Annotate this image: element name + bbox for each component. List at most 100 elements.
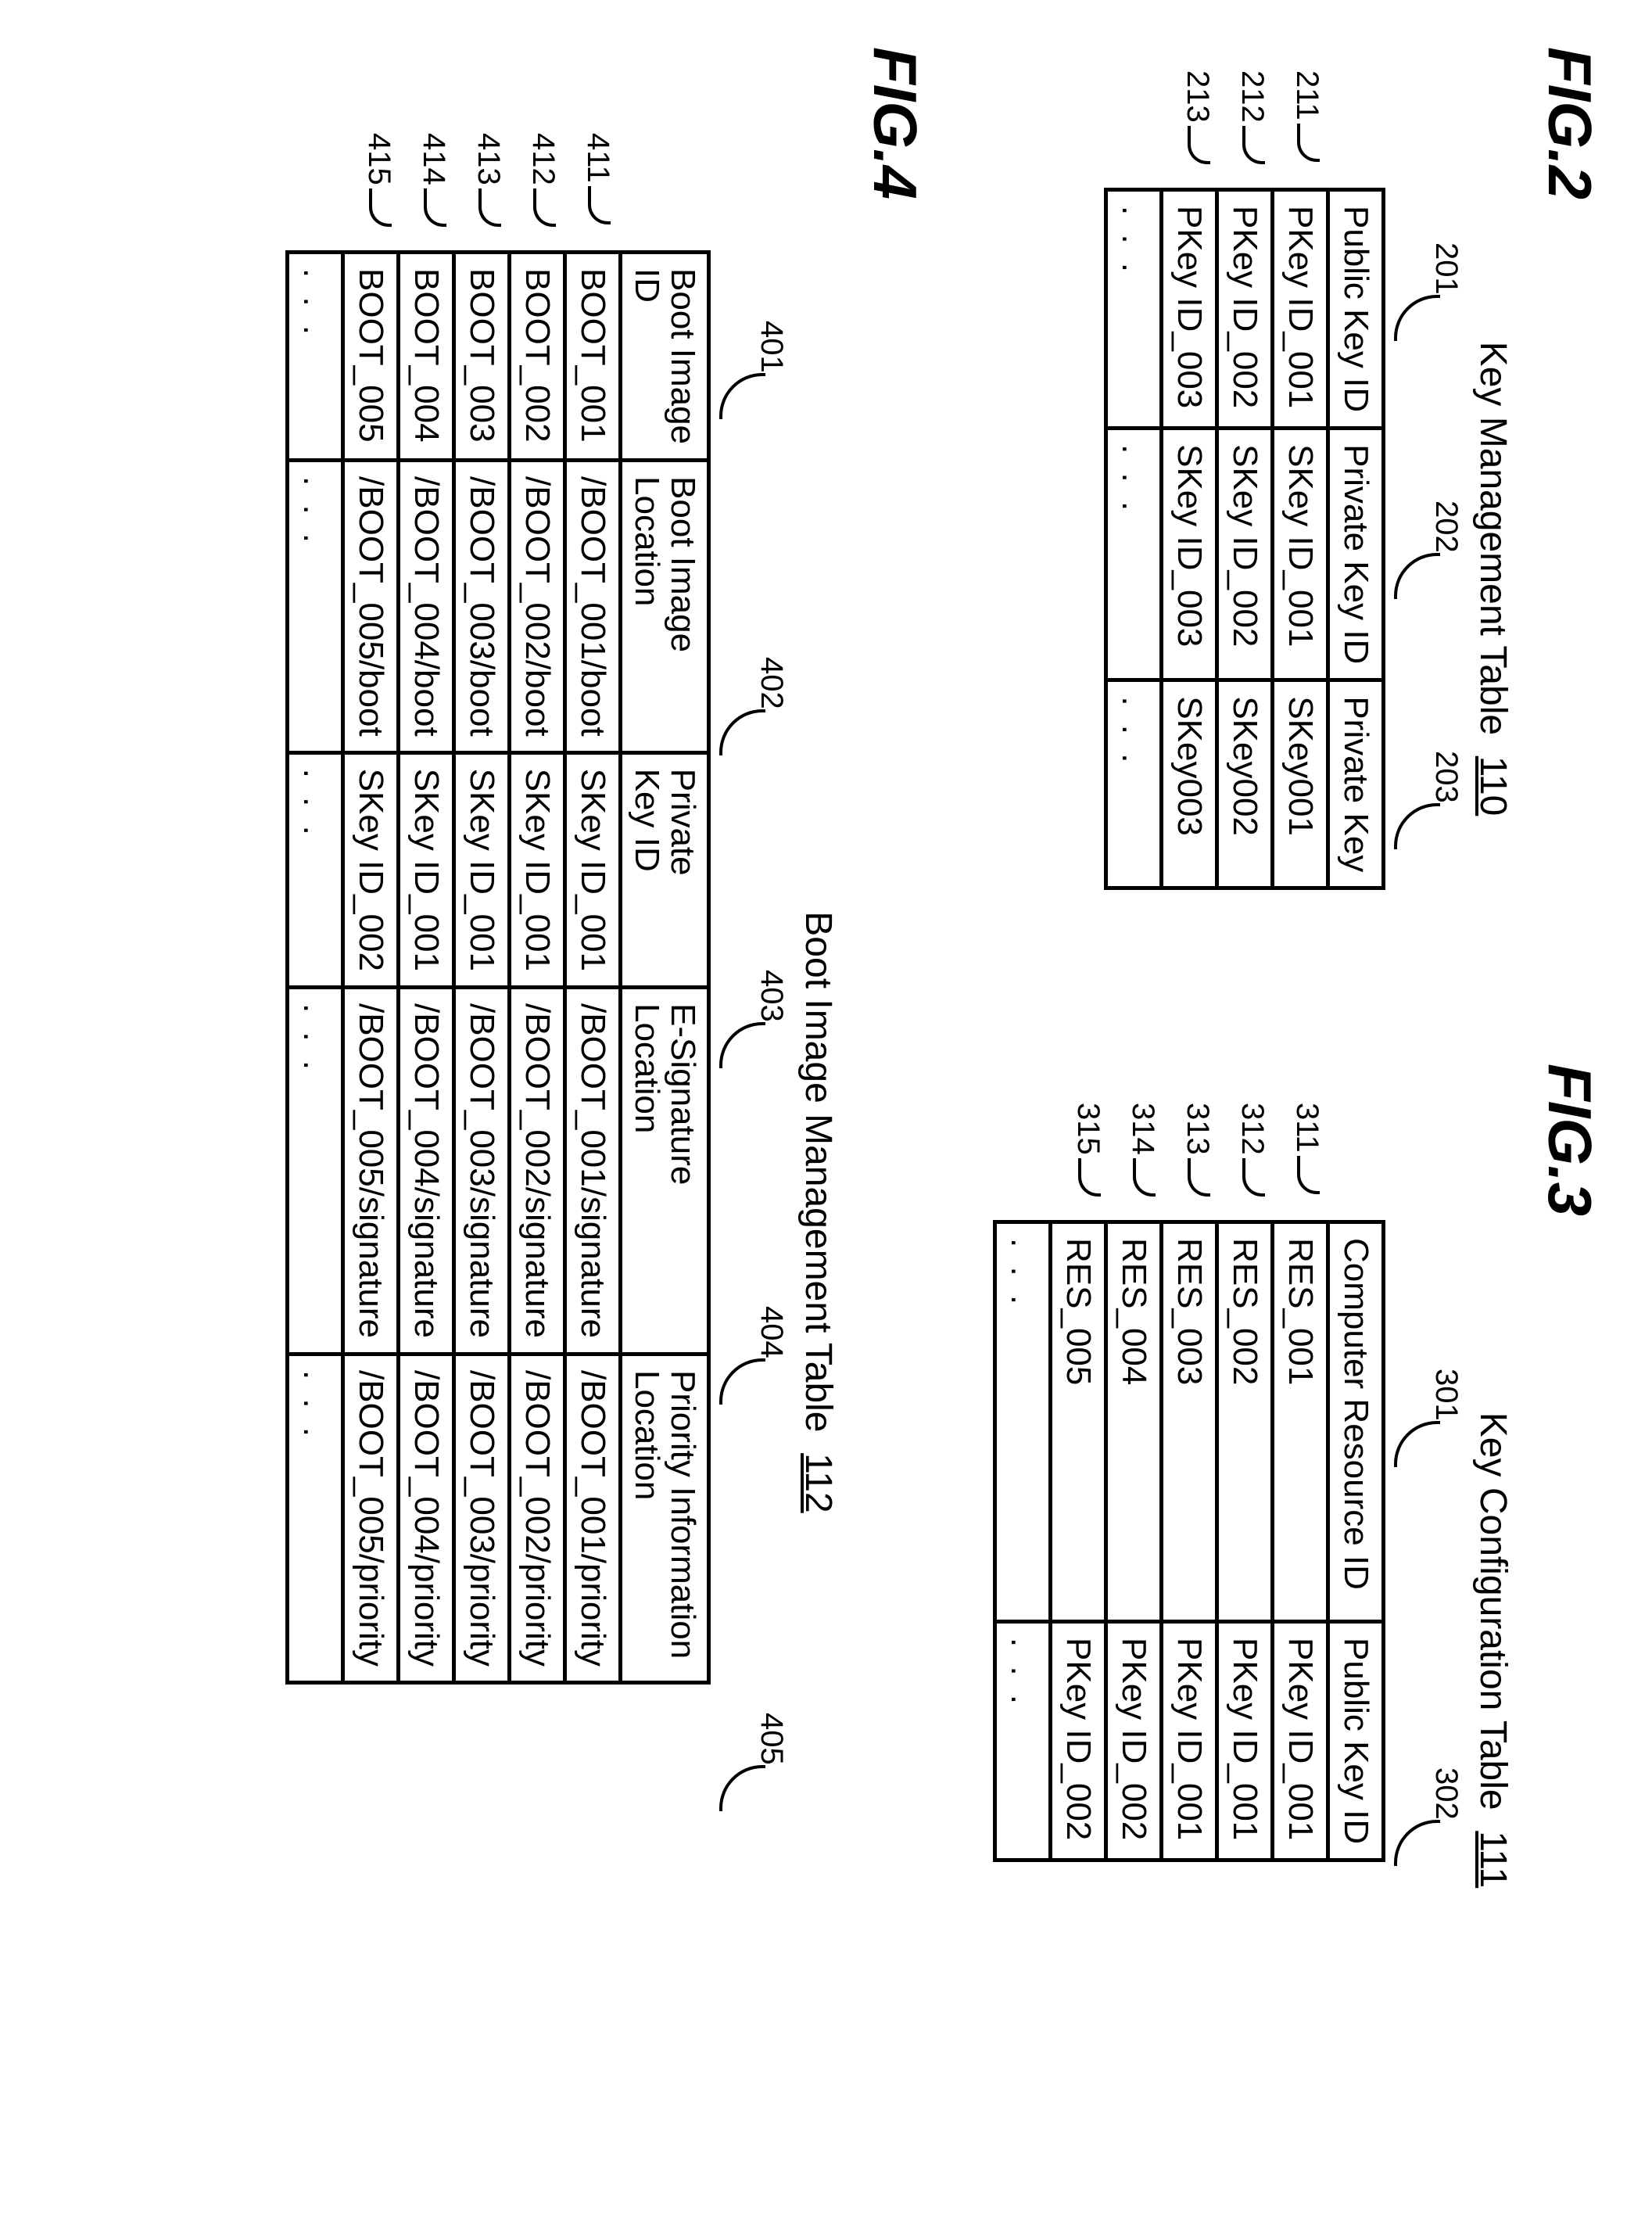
cell: PKey ID_001: [1273, 190, 1328, 429]
fig4-table: Boot ImageID Boot ImageLocation PrivateK…: [285, 250, 711, 1685]
fig4-col-405: 405: [719, 1713, 789, 1811]
cell: PKey ID_002: [1106, 1622, 1162, 1860]
cell: /BOOT_005/priority: [342, 1354, 398, 1682]
fig4-h0: Boot ImageID: [620, 253, 708, 461]
page-rotated: FIG.2 Key Management Table 110 201 202 2…: [0, 0, 1652, 2221]
h-l1: Private: [664, 769, 702, 876]
table-row: PKey ID_002 SKey ID_002 SKey002: [1217, 190, 1273, 888]
fig4-row-414: 414: [416, 133, 451, 227]
cell: /BOOT_005/boot: [342, 461, 398, 753]
cell: /BOOT_001/priority: [564, 1354, 620, 1682]
fig2-title-ref: 110: [1472, 756, 1514, 816]
cell: /BOOT_003/signature: [453, 987, 509, 1354]
fig2-table: Public Key ID Private Key ID Private Key…: [1104, 188, 1385, 890]
table-row: RES_001PKey ID_001: [1273, 1222, 1328, 1860]
cell: SKey003: [1162, 680, 1217, 888]
fig4-title: Boot Image Management Table 112: [797, 250, 840, 2174]
cell: SKey ID_001: [1273, 429, 1328, 680]
cell: /BOOT_001/boot: [564, 461, 620, 753]
cell: RES_003: [1162, 1222, 1217, 1622]
fig3-table: Computer Resource ID Public Key ID RES_0…: [993, 1220, 1385, 1862]
dots: . . .: [995, 1622, 1051, 1860]
fig4-title-ref: 112: [797, 1453, 839, 1513]
row-num: 413: [471, 133, 506, 185]
fig3-title-text: Key Configuration Table: [1472, 1412, 1514, 1810]
col-num: 203: [1429, 751, 1464, 803]
cell: PKey ID_001: [1162, 1622, 1217, 1860]
table-row: RES_003PKey ID_001: [1162, 1222, 1217, 1860]
dots: . . .: [995, 1222, 1051, 1622]
table-row: BOOT_002 /BOOT_002/boot SKey ID_001 /BOO…: [509, 253, 564, 1683]
cell: BOOT_003: [453, 253, 509, 461]
fig3-panel: FIG.3 Key Configuration Table 111 301 30…: [993, 1064, 1605, 2080]
dots: . . .: [287, 1354, 342, 1682]
fig4-col-403: 403: [719, 970, 789, 1068]
fig4-row-411: 411: [580, 133, 615, 224]
row-num: 313: [1181, 1103, 1215, 1155]
cell: BOOT_002: [509, 253, 564, 461]
row-num: 315: [1071, 1103, 1106, 1155]
fig2-col-201: 201: [1394, 242, 1464, 341]
cell: PKey ID_003: [1162, 190, 1217, 429]
cell: SKey ID_002: [1217, 429, 1273, 680]
fig3-header-row: Computer Resource ID Public Key ID: [1328, 1222, 1384, 1860]
fig3-h1: Public Key ID: [1328, 1622, 1384, 1860]
cell: SKey ID_001: [509, 752, 564, 987]
dots: . . .: [287, 987, 342, 1354]
cell: RES_004: [1106, 1222, 1162, 1622]
top-row: FIG.2 Key Management Table 110 201 202 2…: [962, 0, 1652, 2221]
fig4-h1: Boot ImageLocation: [620, 461, 708, 753]
h-l1: E-Signature: [664, 1003, 702, 1185]
row-num: 312: [1235, 1103, 1270, 1155]
fig2-title-text: Key Management Table: [1472, 342, 1514, 735]
fig3-col-callouts: 301 302: [1385, 1220, 1464, 2080]
fig2-row-212: 212: [1235, 70, 1270, 164]
cell: SKey ID_001: [398, 752, 453, 987]
fig4-panel: FIG.4 Boot Image Management Table 112 40…: [285, 47, 930, 2174]
cell: /BOOT_004/boot: [398, 461, 453, 753]
row-num: 314: [1126, 1103, 1160, 1155]
fig4-header-row: Boot ImageID Boot ImageLocation PrivateK…: [620, 253, 708, 1683]
fig2-label: FIG.2: [1534, 47, 1605, 970]
fig4-col-callouts: 401 402 403 404 405: [711, 250, 789, 2174]
row-num: 412: [526, 133, 561, 185]
table-row-dots: . . . . . .: [995, 1222, 1051, 1860]
col-num: 302: [1429, 1767, 1464, 1820]
fig2-h2: Private Key: [1328, 680, 1384, 888]
cell: /BOOT_005/signature: [342, 987, 398, 1354]
row-num: 212: [1235, 70, 1270, 123]
fig3-col-301: 301: [1394, 1369, 1464, 1467]
col-num: 401: [754, 321, 789, 373]
fig4-h3: E-SignatureLocation: [620, 987, 708, 1354]
cell: /BOOT_004/signature: [398, 987, 453, 1354]
fig3-col-302: 302: [1394, 1767, 1464, 1866]
h-l1: Priority Information: [664, 1370, 702, 1659]
cell: /BOOT_001/signature: [564, 987, 620, 1354]
row-num: 414: [417, 133, 451, 185]
dots: . . .: [1106, 429, 1162, 680]
dots: . . .: [1106, 190, 1162, 429]
fig2-row-211: 211: [1289, 70, 1324, 162]
fig4-h4: Priority InformationLocation: [620, 1354, 708, 1682]
cell: SKey ID_002: [342, 752, 398, 987]
cell: PKey ID_001: [1217, 1622, 1273, 1860]
h-l2: Key ID: [628, 769, 666, 872]
fig3-row-312: 312: [1235, 1103, 1270, 1197]
fig4-col-402: 402: [719, 657, 789, 755]
cell: RES_005: [1051, 1222, 1106, 1622]
fig3-title-ref: 111: [1472, 1831, 1514, 1888]
row-num: 211: [1290, 70, 1324, 120]
table-row-dots: . . . . . . . . . . . . . . .: [287, 253, 342, 1683]
col-num: 403: [754, 970, 789, 1022]
fig3-row-311: 311: [1289, 1103, 1324, 1194]
fig4-row-415: 415: [361, 133, 396, 227]
cell: SKey001: [1273, 680, 1328, 888]
fig4-h2: PrivateKey ID: [620, 752, 708, 987]
fig2-h0: Public Key ID: [1328, 190, 1384, 429]
fig2-h1: Private Key ID: [1328, 429, 1384, 680]
dots: . . .: [1106, 680, 1162, 888]
cell: RES_002: [1217, 1222, 1273, 1622]
cell: PKey ID_001: [1273, 1622, 1328, 1860]
col-num: 301: [1429, 1369, 1464, 1421]
dots: . . .: [287, 253, 342, 461]
